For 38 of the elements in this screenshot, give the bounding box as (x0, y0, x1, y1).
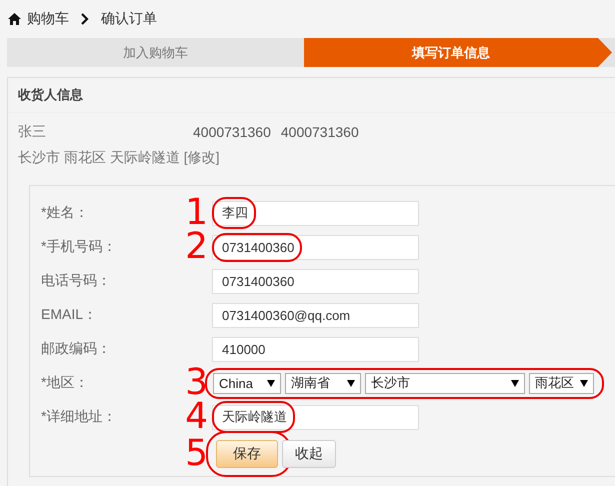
input-field[interactable]: 0731400360 (212, 234, 419, 260)
field-label: *手机号码： (40, 238, 118, 256)
edit-link[interactable]: [修改] (184, 149, 220, 167)
caret-icon (511, 380, 519, 386)
phone-number: 4000731360 (193, 124, 271, 140)
field-label: 邮政编码： (40, 340, 112, 358)
input-field[interactable]: 0731400360@qq.com (212, 302, 419, 328)
field-label: *详细地址： (40, 408, 118, 426)
progress-step: 填写订单信息 (304, 38, 612, 67)
field-label: 电话号码： (40, 272, 112, 290)
annotation-number: 5 (185, 439, 209, 469)
breadcrumb-link[interactable]: 购物车 (27, 10, 69, 28)
consignee-address: 长沙市 雨花区 天际岭隧道 (18, 149, 180, 167)
dropdown[interactable]: China (213, 372, 281, 394)
phone-number: 4000731360 (280, 124, 359, 140)
annotation-number: 1 (185, 198, 209, 228)
caret-icon (267, 380, 275, 386)
field-label: *地区： (40, 374, 90, 392)
field-label: *姓名： (40, 204, 90, 222)
home-icon[interactable] (8, 13, 21, 25)
dropdown[interactable]: 湖南省 (285, 372, 361, 394)
annotation-number: 2 (185, 232, 209, 262)
input-field[interactable]: 0731400360 (212, 268, 419, 294)
field-label: EMAIL： (40, 306, 98, 324)
caret-icon (580, 380, 588, 386)
annotation-number: 3 (185, 368, 209, 398)
dropdown[interactable]: 长沙市 (365, 372, 525, 394)
annotation-number: 4 (185, 402, 209, 432)
collapse-button[interactable]: 收起 (282, 440, 336, 468)
dropdown[interactable]: 雨花区 (529, 372, 594, 394)
chevron-icon (79, 13, 91, 25)
consignee-name: 张三 (18, 123, 47, 141)
caret-icon (347, 380, 355, 386)
save-button[interactable]: 保存 (216, 440, 278, 468)
section-title: 收货人信息 (8, 78, 615, 113)
breadcrumb-link[interactable]: 确认订单 (101, 10, 157, 28)
progress-step: 加入购物车 (7, 38, 304, 67)
input-field[interactable]: 410000 (212, 336, 419, 362)
